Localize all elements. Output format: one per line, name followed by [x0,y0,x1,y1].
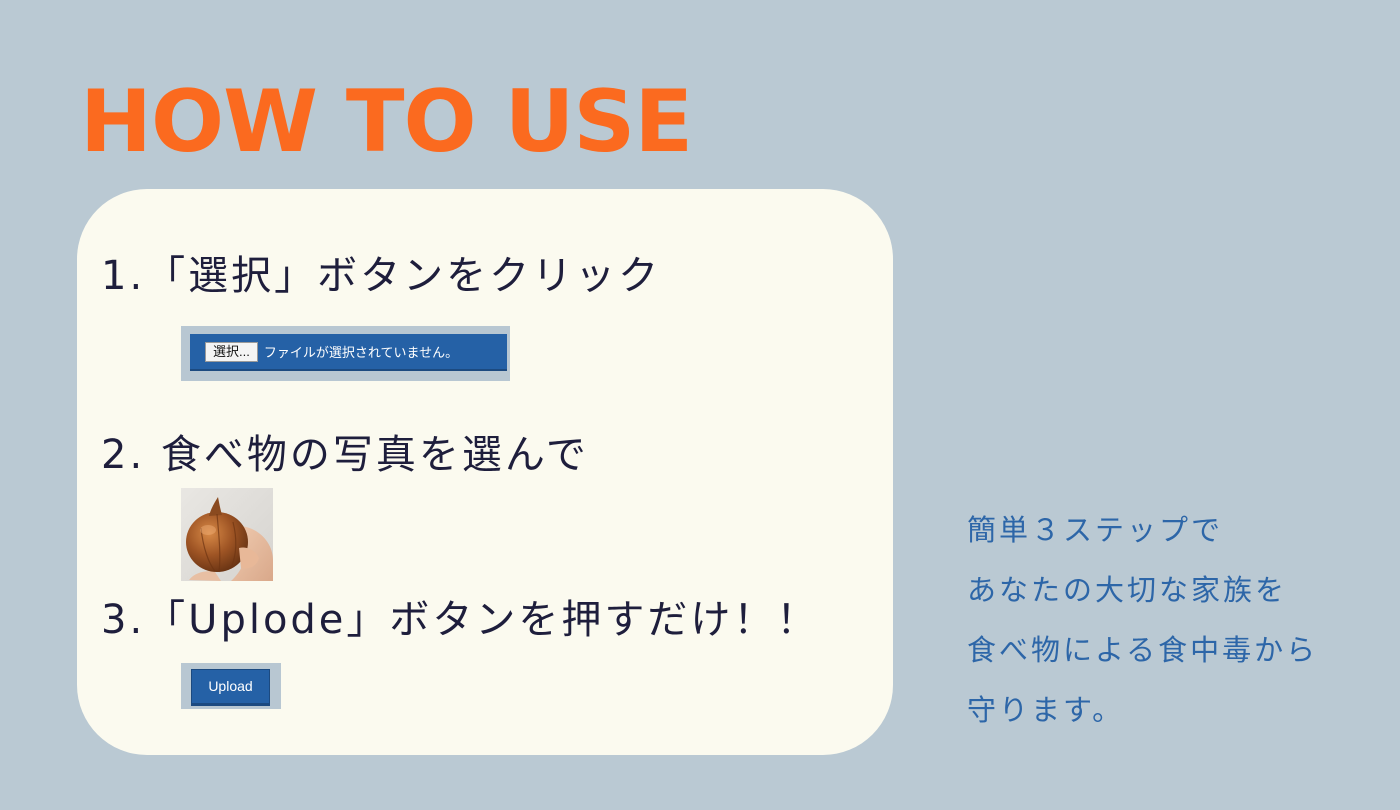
onion-photo [181,488,273,581]
step-2-text: 2. 食べ物の写真を選んで [101,432,589,478]
step-3-text: 3.「Uplode」ボタンを押すだけ！！ [101,597,820,643]
tagline-line-1: 簡単３ステップで [967,513,1224,547]
page-title: HOW TO USE [80,72,693,172]
tagline-line-3: 食べ物による食中毒から [967,633,1319,667]
file-input[interactable]: 選択... ファイルが選択されていません。 [190,334,507,371]
step-1-text: 1.「選択」ボタンをクリック [101,253,662,299]
tagline: 簡単３ステップで あなたの大切な家族を 食べ物による食中毒から 守ります。 [967,500,1387,740]
tagline-line-4: 守ります。 [967,693,1125,727]
instructions-card: 1.「選択」ボタンをクリック 選択... ファイルが選択されていません。 2. … [77,189,893,755]
upload-button-example: Upload [181,663,281,709]
tagline-line-2: あなたの大切な家族を [967,573,1288,607]
upload-button[interactable]: Upload [191,669,270,706]
onion-photo-graphic [181,488,273,581]
no-file-selected-text: ファイルが選択されていません。 [263,346,459,361]
choose-file-button[interactable]: 選択... [205,341,258,362]
file-input-example: 選択... ファイルが選択されていません。 [181,326,510,381]
